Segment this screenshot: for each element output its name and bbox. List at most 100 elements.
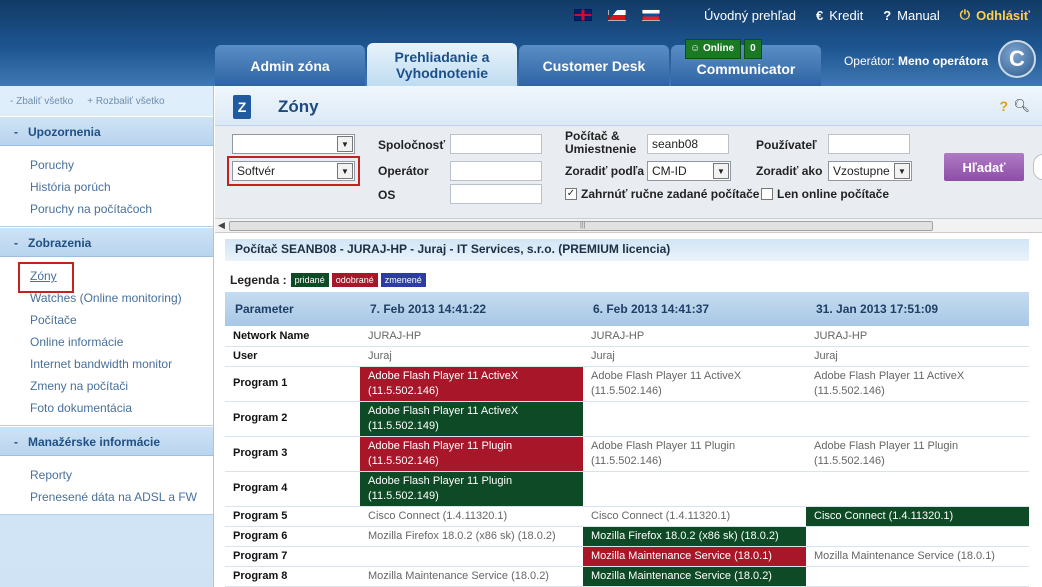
sidebar-section-alerts-items: Poruchy História porúch Poruchy na počít… [0, 146, 213, 227]
side-control[interactable] [1033, 154, 1042, 180]
sidebar-item-pc-failures[interactable]: Poruchy na počítačoch [30, 198, 213, 220]
column-header[interactable]: 6. Feb 2013 14:41:37 [583, 292, 806, 326]
uk-flag-icon[interactable] [574, 9, 593, 21]
company-label: Spoločnosť [378, 138, 446, 152]
sidebar-section-views[interactable]: - Zobrazenia [0, 227, 213, 257]
value-cell: Mozilla Firefox 18.0.2 (x86 sk) (18.0.2) [583, 526, 806, 547]
app-header: Úvodný prehľad € Kredit ? Manual ⏻ Odhlásiť… [0, 0, 1042, 86]
sidebar-item-bandwidth[interactable]: Internet bandwidth monitor [30, 353, 213, 375]
search-button[interactable]: Hľadať [944, 153, 1024, 181]
overview-link[interactable]: Úvodný prehľad [704, 8, 796, 23]
table-row: User Juraj Juraj Juraj [225, 346, 1029, 367]
horizontal-scrollbar[interactable]: ◀ ||| [215, 218, 1042, 233]
online-status: ☺ Online [685, 39, 742, 59]
value-cell: Adobe Flash Player 11 ActiveX (11.5.502.… [583, 366, 806, 402]
sidebar-item-online-info[interactable]: Online informácie [30, 331, 213, 353]
question-icon: ? [883, 7, 892, 23]
user-label: Používateľ [756, 138, 817, 152]
chevron-down-icon: ▼ [713, 163, 729, 179]
value-cell [806, 471, 1029, 507]
value-cell: Mozilla Maintenance Service (18.0.1) [583, 546, 806, 567]
value-cell [360, 546, 583, 567]
column-header[interactable]: Parameter [225, 292, 360, 326]
help-icon[interactable]: ? [999, 98, 1008, 114]
scroll-left-icon[interactable]: ◀ [218, 220, 225, 231]
table-row: Program 4 Adobe Flash Player 11 Plugin (1… [225, 471, 1029, 507]
tab-communicator[interactable]: ☺ Online 0 Communicator [671, 39, 821, 86]
include-manual-checkbox[interactable]: ✓ Zahrnúť ručne zadané počítače [565, 187, 759, 201]
operator-name[interactable]: Meno operátora [898, 54, 988, 68]
legend: Legenda : pridané odobrané zmenené [230, 273, 429, 287]
tab-admin-zone[interactable]: Admin zóna [215, 45, 365, 86]
sidebar-item-failure-history[interactable]: História porúch [30, 176, 213, 198]
table-body: Network Name JURAJ-HP JURAJ-HP JURAJ-HP User… [225, 326, 1029, 587]
column-header[interactable]: 7. Feb 2013 14:41:22 [360, 292, 583, 326]
title-bar: Z Zóny ? 🔍︎ [215, 86, 1042, 126]
manual-link[interactable]: ? Manual [883, 8, 940, 23]
chevron-down-icon: ▼ [894, 163, 910, 179]
collapse-controls: - Zbaliť všetko + Rozbaliť všetko [0, 86, 213, 116]
sidebar-item-failures[interactable]: Poruchy [30, 154, 213, 176]
online-count: 0 [744, 39, 762, 59]
legend-changed: zmenené [380, 273, 426, 287]
scrollbar-thumb[interactable]: ||| [229, 221, 933, 231]
table-row: Program 3 Adobe Flash Player 11 Plugin (1… [225, 436, 1029, 472]
power-icon: ⏻ [959, 7, 971, 22]
sidebar-section-management[interactable]: - Manažérske informácie [0, 426, 213, 456]
sk-flag-icon[interactable] [642, 9, 661, 21]
value-cell: Mozilla Maintenance Service (18.0.2) [360, 566, 583, 587]
operator-info: Operátor: Meno operátora [843, 54, 988, 68]
filter-type-select[interactable]: Softvér ▼ [227, 156, 360, 186]
param-cell: Program 4 [225, 471, 360, 507]
sort-by-select[interactable]: CM-ID ▼ [647, 161, 731, 181]
value-cell: Juraj [806, 346, 1029, 367]
credit-link[interactable]: € Kredit [816, 8, 863, 23]
sort-as-select[interactable]: Vzostupne ▼ [828, 161, 912, 181]
param-cell: User [225, 346, 360, 367]
logout-link[interactable]: ⏻ Odhlásiť [960, 7, 1030, 23]
tab-customer-desk[interactable]: Customer Desk [519, 45, 669, 86]
sidebar: - Zbaliť všetko + Rozbaliť všetko - Upozo… [0, 86, 214, 587]
param-cell: Program 2 [225, 401, 360, 437]
sidebar-item-transferred-data[interactable]: Prenesené dáta na ADSL a FW [30, 486, 213, 508]
os-input[interactable] [450, 184, 542, 204]
sidebar-section-alerts[interactable]: - Upozornenia [0, 116, 213, 146]
table-row: Network Name JURAJ-HP JURAJ-HP JURAJ-HP [225, 326, 1029, 347]
sidebar-item-computers[interactable]: Počítače [30, 309, 213, 331]
sidebar-item-pc-changes[interactable]: Zmeny na počítači [30, 375, 213, 397]
operator-input[interactable] [450, 161, 542, 181]
param-cell: Program 6 [225, 526, 360, 547]
filter-select-1[interactable]: ▼ [232, 134, 355, 154]
company-input[interactable] [450, 134, 542, 154]
value-cell [806, 526, 1029, 547]
sidebar-item-reports[interactable]: Reporty [30, 464, 213, 486]
tab-browse-evaluate[interactable]: Prehliadanie a Vyhodnotenie [367, 43, 517, 86]
expand-all-link[interactable]: + Rozbaliť všetko [87, 96, 164, 107]
cz-flag-icon[interactable] [608, 9, 627, 21]
value-cell: Cisco Connect (1.4.11320.1) [806, 506, 1029, 527]
param-cell: Program 7 [225, 546, 360, 567]
online-only-checkbox[interactable]: Len online počítače [761, 187, 889, 201]
param-cell: Program 1 [225, 366, 360, 402]
value-cell [806, 401, 1029, 437]
table-row: Program 5 Cisco Connect (1.4.11320.1) Cisc… [225, 506, 1029, 527]
value-cell: JURAJ-HP [583, 326, 806, 347]
user-input[interactable] [828, 134, 910, 154]
table-header-row: Parameter 7. Feb 2013 14:41:22 6. Feb 20… [225, 292, 1029, 326]
sidebar-section-views-items: Zóny Watches (Online monitoring) Počítač… [0, 257, 213, 426]
pc-location-input[interactable]: seanb08 [647, 134, 729, 154]
sidebar-item-zones[interactable]: Zóny [18, 262, 74, 293]
sort-as-label: Zoradiť ako [756, 164, 823, 178]
pc-location-label: Počítač & Umiestnenie [565, 129, 637, 156]
column-header[interactable]: 31. Jan 2013 17:51:09 [806, 292, 1029, 326]
sidebar-item-photo-docs[interactable]: Foto dokumentácia [30, 397, 213, 419]
param-cell: Program 5 [225, 506, 360, 527]
zone-content: Počítač SEANB08 - JURAJ-HP - Juraj - IT … [225, 239, 1029, 587]
operator-label: Operátor [378, 164, 429, 178]
table-row: Program 8 Mozilla Maintenance Service (18… [225, 566, 1029, 587]
collapse-all-link[interactable]: - Zbaliť všetko [10, 96, 73, 107]
param-cell: Program 3 [225, 436, 360, 472]
param-cell: Network Name [225, 326, 360, 347]
filter-panel: ▼ Softvér ▼ Spoločnosť Operátor OS Počíta… [215, 126, 1042, 218]
search-icon[interactable]: 🔍︎ [1013, 98, 1030, 114]
